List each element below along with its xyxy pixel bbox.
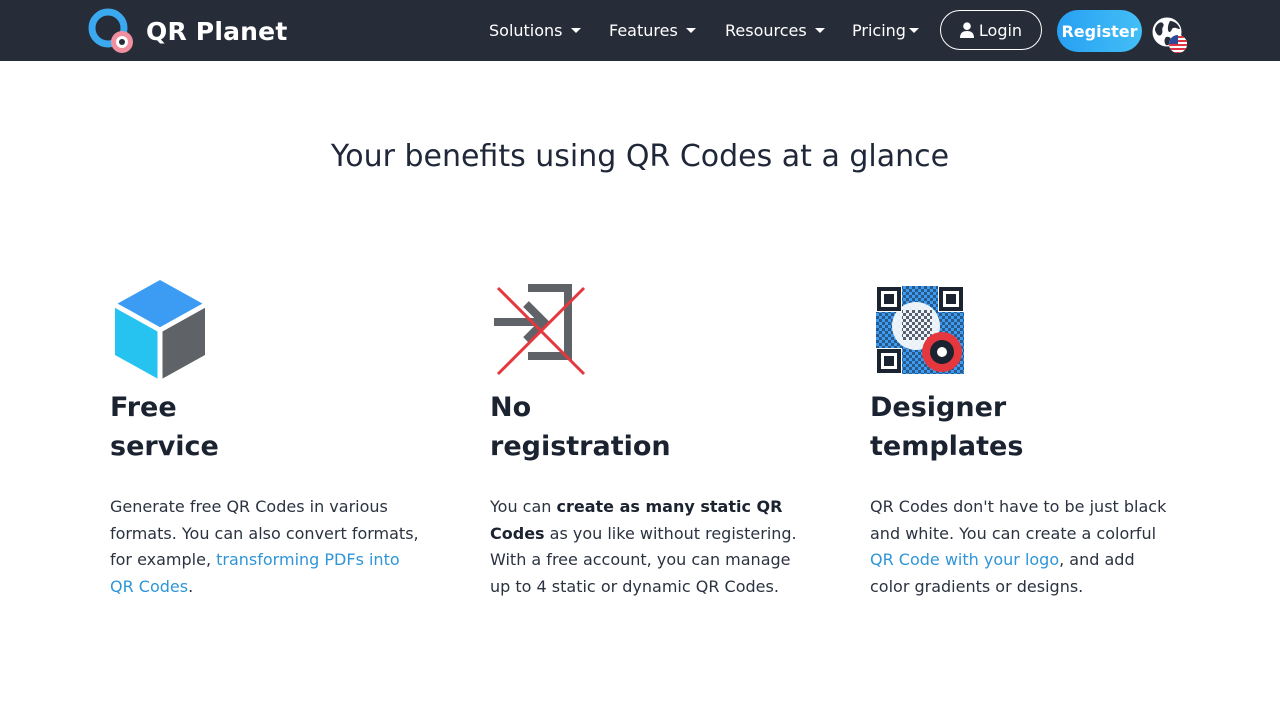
feature-no-registration: No registration You can create as many s… [490, 280, 810, 600]
feature-title-line2: registration [490, 431, 671, 462]
us-flag-icon [1169, 35, 1187, 53]
feature-description: Generate free QR Codes in various format… [110, 494, 420, 600]
feature-text-suffix: . [188, 576, 194, 596]
login-button[interactable]: Login [940, 10, 1042, 50]
top-navbar: QR Planet Solutions Features Resources P… [0, 0, 1280, 61]
caret-down-icon [570, 28, 581, 33]
brand[interactable]: QR Planet [88, 8, 287, 54]
feature-title-line1: Free [110, 392, 177, 423]
nav-solutions-label: Solutions [489, 21, 563, 40]
feature-title-line2: service [110, 431, 219, 462]
qr-with-logo-link[interactable]: QR Code with your logo [870, 550, 1059, 569]
brand-name[interactable]: QR Planet [146, 17, 287, 46]
feature-text-prefix: You can [490, 497, 557, 516]
language-globe-icon[interactable] [1150, 15, 1190, 55]
nav-resources[interactable]: Resources [725, 0, 825, 61]
feature-free-service: Free service Generate free QR Codes in v… [110, 280, 430, 600]
feature-designer-templates: Designer templates QR Codes don't have t… [870, 280, 1190, 600]
no-login-icon [494, 284, 586, 376]
feature-text-prefix: QR Codes don't have to be just black and… [870, 497, 1167, 543]
nav-pricing[interactable]: Pricing [852, 0, 919, 61]
feature-title: Free service [110, 388, 310, 466]
user-icon [959, 22, 974, 38]
nav-pricing-label: Pricing [852, 21, 906, 40]
cube-icon [113, 280, 207, 380]
qr-planet-logo-icon [88, 8, 133, 53]
nav-features-label: Features [609, 21, 678, 40]
designer-qr-code-icon [876, 286, 964, 374]
feature-title-line1: No [490, 392, 532, 423]
feature-title-line2: templates [870, 431, 1024, 462]
nav-resources-label: Resources [725, 21, 807, 40]
page-headline: Your benefits using QR Codes at a glance [330, 139, 950, 174]
register-label: Register [1061, 21, 1138, 41]
feature-title: Designer templates [870, 388, 1070, 466]
caret-down-icon [908, 28, 919, 33]
caret-down-icon [685, 28, 696, 33]
register-button[interactable]: Register [1057, 10, 1142, 52]
feature-description: You can create as many static QR Codes a… [490, 494, 800, 600]
feature-title-line1: Designer [870, 392, 1007, 423]
caret-down-icon [814, 28, 825, 33]
feature-description: QR Codes don't have to be just black and… [870, 494, 1170, 600]
login-label: Login [978, 20, 1023, 40]
nav-features[interactable]: Features [609, 0, 696, 61]
feature-title: No registration [490, 388, 690, 466]
nav-solutions[interactable]: Solutions [489, 0, 581, 61]
